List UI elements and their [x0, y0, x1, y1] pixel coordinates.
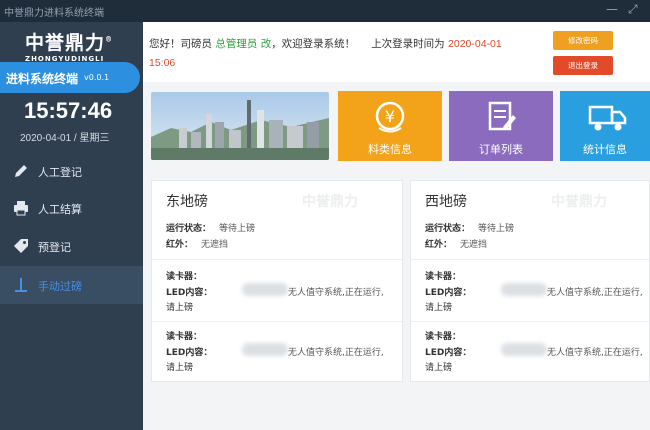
- nav-item-manual-weigh[interactable]: 手动过磅: [0, 266, 143, 304]
- banner-image: [151, 92, 329, 160]
- window-title: 中誉鼎力进料系统终端: [4, 8, 104, 19]
- scale-card-east: 东地磅 运行状态： 等待上磅 红外： 无遮挡 读卡器： LED内容： 无人值守系统,…: [151, 180, 403, 382]
- led-content: 无人值守系统,正在运行,: [288, 288, 384, 298]
- change-password-button[interactable]: 修改密码: [553, 31, 613, 50]
- tile-statistics[interactable]: 统计信息: [560, 91, 650, 161]
- tag-icon: [14, 239, 28, 253]
- card-reader-row: 读卡器：: [166, 272, 203, 282]
- last-login-label: 上次登录时间为: [371, 38, 445, 50]
- window-titlebar: 中誉鼎力进料系统终端 — ⤢: [0, 0, 650, 22]
- watermark: 中誉鼎力: [551, 194, 607, 210]
- app-name: 进料系统终端: [6, 72, 79, 86]
- led-redacted: [242, 283, 288, 296]
- card-reader-row: 读卡器：: [425, 272, 462, 282]
- nav-label: 人工登记: [38, 166, 82, 179]
- card-title: 东地磅: [166, 194, 208, 210]
- tile-label: 料类信息: [368, 143, 412, 156]
- app-version: v0.0.1: [84, 73, 110, 82]
- status-value: 等待上磅: [219, 224, 256, 234]
- led-content-line2: 请上磅: [425, 363, 453, 373]
- nav-item-pre-register[interactable]: 预登记: [0, 227, 143, 265]
- pencil-icon: [15, 165, 27, 177]
- led-redacted: [501, 283, 547, 296]
- maximize-icon[interactable]: ⤢: [628, 2, 638, 17]
- tile-label: 订单列表: [479, 143, 523, 156]
- logout-button[interactable]: 退出登录: [553, 56, 613, 75]
- card-reader-row: 读卡器：: [166, 332, 203, 342]
- user-role: 总管理员: [215, 38, 258, 50]
- led-content: 无人值守系统,正在运行,: [547, 288, 643, 298]
- scale-card-west: 西地磅 运行状态： 等待上磅 红外： 无遮挡 读卡器： LED内容： 无人值守系统,…: [410, 180, 650, 382]
- last-login-date: 2020-04-01: [448, 38, 502, 50]
- truck-icon: [588, 105, 627, 131]
- led-row: LED内容：: [166, 288, 213, 298]
- led-content: 无人值守系统,正在运行,: [288, 348, 384, 358]
- led-content-line2: 请上磅: [425, 303, 453, 313]
- nav-label: 人工结算: [38, 203, 82, 216]
- printer-icon: [14, 201, 28, 216]
- main-content: 您好！司磅员 总管理员 改，欢迎登录系统！ 上次登录时间为 2020-04-01 …: [143, 22, 650, 430]
- led-row: LED内容：: [425, 348, 472, 358]
- led-content-line2: 请上磅: [166, 363, 194, 373]
- yen-coin-icon: ¥: [375, 101, 405, 133]
- nav-label: 手动过磅: [38, 280, 82, 293]
- date-display: 2020-04-01 / 星期三: [20, 133, 110, 144]
- tile-label: 统计信息: [583, 143, 627, 156]
- led-redacted: [501, 343, 547, 356]
- minimize-icon[interactable]: —: [606, 2, 618, 16]
- status-row: 运行状态： 等待上磅: [166, 224, 256, 234]
- led-redacted: [242, 343, 288, 356]
- sidebar: 中誉鼎力® ZHONGYUDINGLI 进料系统终端 v0.0.1 15:57:…: [0, 22, 143, 430]
- card-title: 西地磅: [425, 194, 467, 210]
- led-row: LED内容：: [166, 348, 213, 358]
- infrared-value: 无遮挡: [201, 240, 229, 250]
- nav-item-manual-register[interactable]: 人工登记: [0, 152, 143, 190]
- nav-label: 预登记: [38, 241, 71, 254]
- header: 您好！司磅员 总管理员 改，欢迎登录系统！ 上次登录时间为 2020-04-01 …: [143, 22, 650, 82]
- card-reader-row: 读卡器：: [425, 332, 462, 342]
- scale-icon: [15, 278, 27, 292]
- clock: 15:57:46: [24, 98, 113, 123]
- status-value: 等待上磅: [478, 224, 515, 234]
- led-row: LED内容：: [425, 288, 472, 298]
- nav-item-manual-settle[interactable]: 人工结算: [0, 189, 143, 227]
- greeting: 您好！司磅员 总管理员 改，欢迎登录系统！ 上次登录时间为 2020-04-01: [149, 38, 502, 50]
- infrared-row: 红外： 无遮挡: [425, 240, 488, 250]
- led-content: 无人值守系统,正在运行,: [547, 348, 643, 358]
- app-name-bar: 进料系统终端 v0.0.1: [0, 62, 140, 93]
- infrared-value: 无遮挡: [460, 240, 488, 250]
- status-row: 运行状态： 等待上磅: [425, 224, 515, 234]
- tile-material-info[interactable]: ¥ 料类信息: [338, 91, 442, 161]
- infrared-row: 红外： 无遮挡: [166, 240, 229, 250]
- user-name: 改: [260, 38, 272, 50]
- led-content-line2: 请上磅: [166, 303, 194, 313]
- last-login-time: 15:06: [149, 57, 176, 69]
- logo-text-cn: 中誉鼎力: [25, 32, 106, 54]
- brand-logo: 中誉鼎力® ZHONGYUDINGLI: [25, 32, 114, 63]
- order-list-icon: [488, 101, 516, 131]
- svg-text:¥: ¥: [385, 107, 395, 126]
- watermark: 中誉鼎力: [302, 194, 358, 210]
- tile-order-list[interactable]: 订单列表: [449, 91, 553, 161]
